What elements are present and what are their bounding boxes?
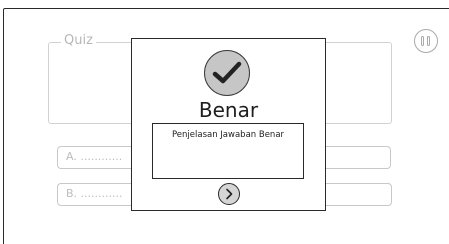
pause-button[interactable] — [414, 29, 438, 53]
chevron-right-icon — [226, 188, 233, 200]
quiz-legend: Quiz — [61, 33, 96, 49]
explanation-box: Penjelasan Jawaban Benar — [152, 123, 304, 179]
pause-icon-bar-right — [427, 36, 430, 46]
answer-option-a-text: ............ — [80, 150, 123, 163]
result-title: Benar — [198, 98, 259, 122]
result-dialog: Benar Penjelasan Jawaban Benar — [131, 38, 326, 211]
pause-icon-bar-left — [421, 36, 424, 46]
answer-option-b-label: B. ............ — [66, 187, 123, 201]
next-button[interactable] — [218, 183, 240, 205]
explanation-text: Penjelasan Jawaban Benar — [171, 130, 285, 140]
checkmark-icon — [204, 50, 250, 96]
answer-option-a-label: A. ............ — [66, 150, 122, 164]
answer-option-a-letter: A. — [66, 150, 77, 163]
checkmark-glyph — [212, 61, 242, 84]
answer-option-b-letter: B. — [66, 187, 78, 200]
answer-option-b-text: ............ — [80, 187, 123, 200]
